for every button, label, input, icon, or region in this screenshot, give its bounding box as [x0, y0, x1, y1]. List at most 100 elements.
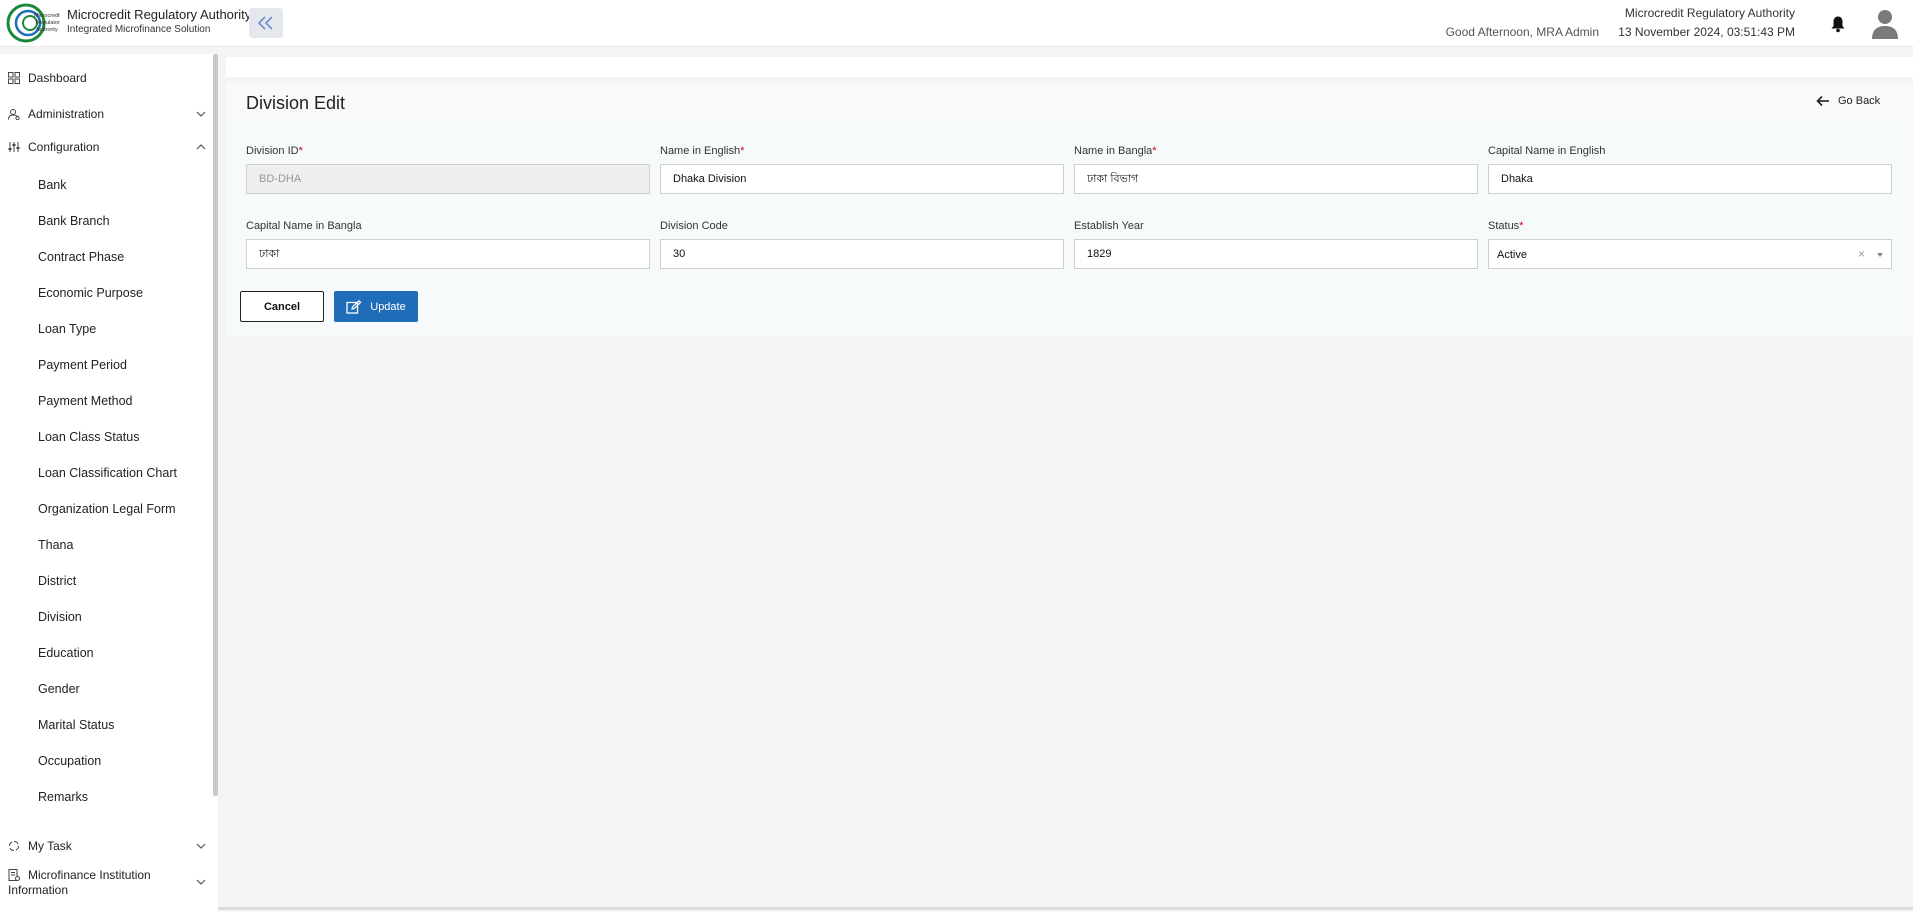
division-edit-form: Division ID* Name in English* Name in Ba… [226, 123, 1913, 336]
required-mark: * [1519, 220, 1524, 232]
go-back-label: Go Back [1838, 95, 1881, 107]
sidebar-item-gender[interactable]: Gender [0, 674, 212, 704]
sidebar-item-label: Gender [38, 682, 80, 696]
sidebar-item-contract-phase[interactable]: Contract Phase [0, 242, 212, 272]
sidebar-item-label-line2: Information [8, 883, 69, 897]
go-back-button[interactable]: Go Back [1816, 95, 1880, 107]
cancel-button[interactable]: Cancel [240, 291, 324, 322]
caret-down-icon[interactable] [1877, 253, 1883, 257]
sidebar-item-dashboard[interactable]: Dashboard [0, 64, 212, 92]
sidebar-item-payment-period[interactable]: Payment Period [0, 350, 212, 380]
mra-logo: Microcredit Regulatory Authority [6, 3, 60, 43]
name-bangla-label: Name in Bangla* [1074, 145, 1157, 157]
sidebar-item-bank[interactable]: Bank [0, 170, 212, 200]
double-chevron-left-icon [257, 16, 273, 30]
sidebar-item-label: Payment Period [38, 358, 127, 372]
notification-bell-icon[interactable] [1830, 15, 1846, 33]
sidebar-item-configuration[interactable]: Configuration [0, 133, 212, 161]
capital-english-label: Capital Name in English [1488, 145, 1606, 157]
sidebar-item-division[interactable]: Division [0, 602, 212, 632]
arrow-left-icon [1816, 95, 1829, 107]
brand-title: Microcredit Regulatory Authority [67, 7, 252, 22]
clear-icon[interactable]: × [1858, 247, 1865, 261]
sidebar-item-payment-method[interactable]: Payment Method [0, 386, 212, 416]
update-button[interactable]: Update [334, 291, 418, 322]
capital-bangla-input[interactable] [246, 239, 650, 269]
name-english-label: Name in English* [660, 145, 745, 157]
sidebar-item-label: My Task [28, 839, 72, 853]
capital-bangla-label: Capital Name in Bangla [246, 220, 362, 232]
sidebar-item-remarks[interactable]: Remarks [0, 782, 212, 812]
division-id-field: Division ID* [246, 145, 650, 194]
sidebar-scrollbar[interactable] [213, 54, 218, 796]
required-mark: * [740, 145, 745, 157]
sidebar-item-label: Organization Legal Form [38, 502, 176, 516]
division-code-field: Division Code [660, 220, 1064, 269]
establish-year-field: Establish Year [1074, 220, 1478, 269]
sidebar-item-microfinance-institution-information[interactable]: Microfinance Institution Information [0, 866, 212, 900]
document-icon [8, 869, 20, 881]
grid-icon [8, 72, 20, 84]
sidebar-collapse-button[interactable] [249, 8, 283, 38]
capital-bangla-field: Capital Name in Bangla [246, 220, 650, 269]
chevron-down-icon [196, 879, 206, 885]
sidebar-item-label: Administration [28, 107, 105, 121]
status-selected-value: Active [1497, 249, 1527, 261]
sidebar-item-label: Loan Class Status [38, 430, 140, 444]
establish-year-input[interactable] [1074, 239, 1478, 269]
status-field: Status* Active × [1488, 220, 1892, 269]
sidebar-item-economic-purpose[interactable]: Economic Purpose [0, 278, 212, 308]
edit-icon [346, 299, 362, 314]
establish-year-label: Establish Year [1074, 220, 1144, 232]
sidebar-item-administration[interactable]: Administration [0, 100, 212, 128]
svg-text:Regulatory: Regulatory [36, 20, 60, 26]
sidebar-item-label: Contract Phase [38, 250, 125, 264]
sidebar-item-district[interactable]: District [0, 566, 212, 596]
header-datetime: 13 November 2024, 03:51:43 PM [1618, 25, 1795, 39]
user-avatar-icon[interactable] [1870, 8, 1900, 40]
name-english-field: Name in English* [660, 145, 1064, 194]
name-bangla-input[interactable] [1074, 164, 1478, 194]
capital-english-input[interactable] [1488, 164, 1892, 194]
update-label: Update [370, 300, 406, 313]
status-select[interactable]: Active × [1488, 239, 1892, 269]
sidebar-item-label: Dashboard [28, 71, 87, 85]
capital-english-field: Capital Name in English [1488, 145, 1892, 194]
sidebar-item-my-task[interactable]: My Task [0, 832, 212, 860]
sidebar-item-occupation[interactable]: Occupation [0, 746, 212, 776]
sidebar-item-label: Payment Method [38, 394, 133, 408]
brand-subtitle: Integrated Microfinance Solution [67, 24, 211, 35]
top-header: Microcredit Regulatory Authority Microcr… [0, 0, 1913, 47]
sidebar-item-marital-status[interactable]: Marital Status [0, 710, 212, 740]
sidebar-item-label: Division [38, 610, 82, 624]
division-code-label: Division Code [660, 220, 728, 232]
sidebar-item-label: Loan Type [38, 322, 97, 336]
sidebar-item-thana[interactable]: Thana [0, 530, 212, 560]
sidebar-item-label: Loan Classification Chart [38, 466, 177, 480]
sidebar-item-education[interactable]: Education [0, 638, 212, 668]
chevron-down-icon [196, 111, 206, 117]
division-id-label: Division ID* [246, 145, 303, 157]
sidebar-item-organization-legal-form[interactable]: Organization Legal Form [0, 494, 212, 524]
sidebar-item-label: District [38, 574, 77, 588]
name-bangla-field: Name in Bangla* [1074, 145, 1478, 194]
sidebar-item-loan-classification-chart[interactable]: Loan Classification Chart [0, 458, 212, 488]
sidebar-item-loan-class-status[interactable]: Loan Class Status [0, 422, 212, 452]
sidebar-item-loan-type[interactable]: Loan Type [0, 314, 212, 344]
sidebar-item-label-line1: Microfinance Institution [28, 868, 151, 882]
sidebar-item-label: Configuration [28, 140, 100, 154]
sliders-icon [8, 142, 20, 152]
status-label: Status* [1488, 220, 1524, 232]
sidebar-item-bank-branch[interactable]: Bank Branch [0, 206, 212, 236]
sidebar-item-label: Economic Purpose [38, 286, 143, 300]
division-id-input [246, 164, 650, 194]
required-mark: * [1152, 145, 1157, 157]
task-cycle-icon [9, 841, 19, 851]
sidebar-item-label: Education [38, 646, 94, 660]
chevron-up-icon [196, 144, 206, 150]
svg-text:Microcredit: Microcredit [34, 13, 60, 19]
sidebar-item-label: Thana [38, 538, 74, 552]
chevron-down-icon [196, 843, 206, 849]
division-code-input[interactable] [660, 239, 1064, 269]
name-english-input[interactable] [660, 164, 1064, 194]
